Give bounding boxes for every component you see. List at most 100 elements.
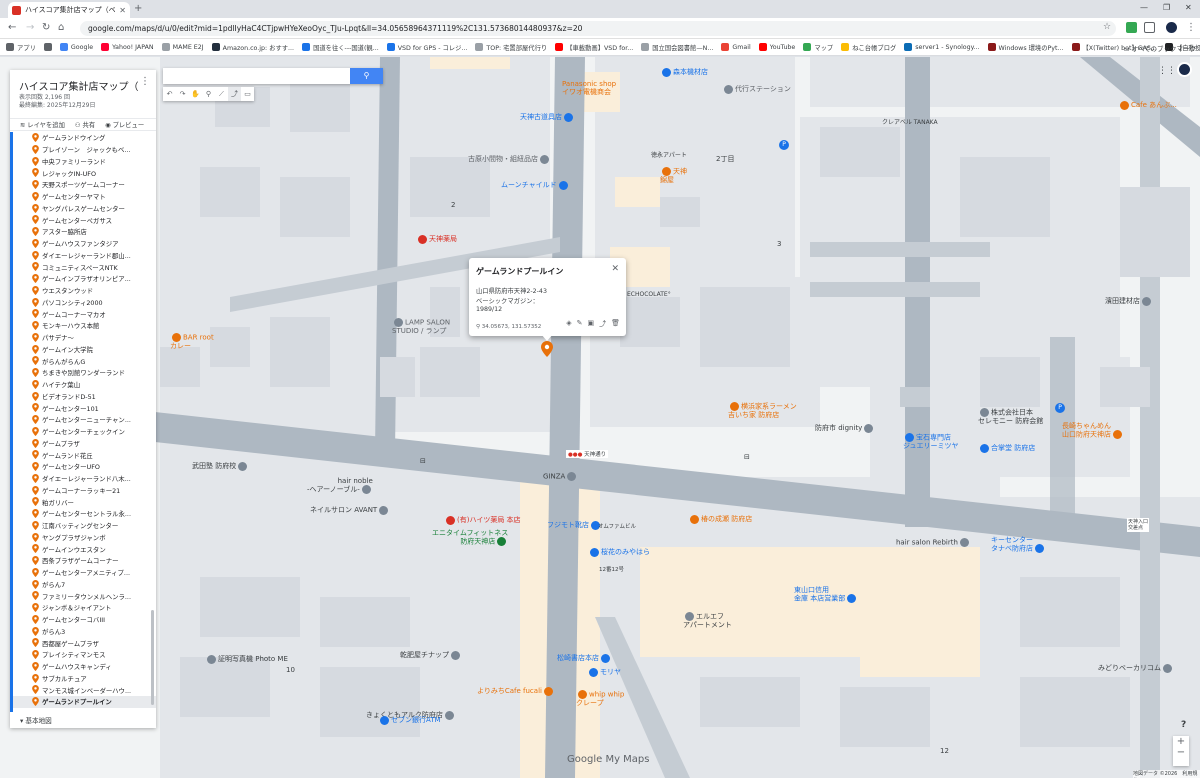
map-canvas[interactable]: Panasonic shop イワオ電機商会 森本機材店 代行ステーション 天神… (0, 57, 1200, 778)
list-item[interactable]: ゲームインプラザオリンピア... (13, 273, 156, 285)
map-label-rebirth[interactable]: hair salon Rebirth (896, 538, 971, 547)
map-label-koppu[interactable]: 天神古道具店 (520, 112, 575, 122)
list-item[interactable]: ちまきや別館ワンダーランド (13, 367, 156, 379)
minimize-icon[interactable]: — (1140, 3, 1148, 12)
list-item[interactable]: ゲームコーナーラッキー21 (13, 485, 156, 497)
maximize-icon[interactable]: ❐ (1163, 3, 1170, 12)
map-label-daiko[interactable]: 代行ステーション (722, 84, 791, 94)
map-label-panasonic[interactable]: Panasonic shop イワオ電機商会 (562, 80, 616, 96)
list-item[interactable]: ダイエーレジャーランド八木... (13, 473, 156, 485)
help-icon[interactable]: ? (1181, 720, 1186, 730)
list-item[interactable]: ハイテク葉山 (13, 379, 156, 391)
list-item[interactable]: ゲームセンターセントラル永... (13, 508, 156, 520)
map-label-whip[interactable]: whip whip クレープ (576, 690, 624, 707)
base-map-toggle[interactable]: ▾ 基本地図 (20, 715, 52, 725)
list-item[interactable]: がらん7 (13, 579, 156, 591)
list-item[interactable]: ダイエーレジャーランド郡山... (13, 250, 156, 262)
close-window-icon[interactable]: ✕ (1185, 3, 1192, 12)
map-label-keycenter[interactable]: キーセンター タナベ防府店 (991, 536, 1046, 553)
list-item[interactable]: プレイゾーン ジャックもベ... (13, 144, 156, 156)
list-item[interactable]: ヤングパレスゲームセンター (13, 203, 156, 215)
extensions-icon[interactable] (1144, 22, 1155, 33)
bookmark-item[interactable]: ねこ台帳ブログ (841, 43, 896, 52)
map-label-anytime[interactable]: エニタイムフィットネス 防府天神店 (432, 529, 508, 546)
browser-menu-icon[interactable]: ⋮ (1186, 22, 1196, 33)
list-item[interactable]: 粕ガリバー (13, 496, 156, 508)
preview-button[interactable]: ◉ プレビュー (105, 120, 144, 129)
map-label-bar[interactable]: BAR root カレー (170, 333, 214, 350)
list-item[interactable]: 江南バッティングセンター (13, 520, 156, 532)
list-item[interactable]: ゲームコーナーマカオ (13, 308, 156, 320)
reload-icon[interactable]: ↻ (42, 22, 50, 33)
list-item[interactable]: ゲームランドウイング (13, 132, 156, 144)
search-input[interactable] (163, 68, 350, 84)
parking-icon[interactable]: P (1055, 403, 1065, 413)
list-item[interactable]: ゲームランド花丘 (13, 449, 156, 461)
list-item[interactable]: ウエスタンウッド (13, 285, 156, 297)
map-title[interactable]: ハイスコア集計店マップ（ベーシ... (19, 78, 139, 93)
directions-tool-icon[interactable]: ⤴ (228, 87, 241, 101)
map-label-haitsu[interactable]: (有)ハイツ薬局 本店 (444, 515, 521, 525)
apps-grid-icon[interactable]: ⋮⋮ (1158, 66, 1176, 76)
undo-icon[interactable]: ↶ (163, 87, 176, 101)
browser-tab[interactable]: ハイスコア集計店マップ（ベーシック... ✕ (8, 2, 130, 18)
redo-icon[interactable]: ↷ (176, 87, 189, 101)
share-button[interactable]: ⚇ 共有 (75, 120, 95, 129)
new-tab-button[interactable]: + (134, 3, 142, 14)
list-item[interactable]: サブカルチュア (13, 673, 156, 685)
list-item[interactable]: レジャックIN-UFO (13, 167, 156, 179)
ruler-icon[interactable]: ▭ (241, 87, 254, 101)
list-item[interactable]: マンモス城インベーダーハウ... (13, 684, 156, 696)
selected-place-marker-icon[interactable] (541, 341, 553, 357)
map-label-kohara[interactable]: 古原小間物・組紐品店 (468, 154, 551, 164)
list-item[interactable]: ゲームセンターチェックイン (13, 426, 156, 438)
map-label-tenjin[interactable]: 天神 錦屋 (660, 167, 687, 184)
list-item[interactable]: ゲームセンターペガサス (13, 214, 156, 226)
address-bar[interactable]: google.com/maps/d/u/0/edit?mid=1pdlIyHaC… (80, 21, 1116, 36)
bookmark-item[interactable] (43, 43, 52, 51)
map-label-yorimichi[interactable]: よりみちCafe fucali (477, 686, 555, 696)
map-label-takeda[interactable]: 武田塾 防府校 (192, 461, 249, 471)
forward-icon[interactable]: → (26, 22, 34, 33)
bookmark-item[interactable]: TOP: 宅置部屋代行り (475, 43, 547, 52)
bookmark-item[interactable]: Yahoo! JAPAN (101, 43, 154, 51)
list-item[interactable]: パソコンシティ2000 (13, 297, 156, 309)
map-label-famu[interactable]: オムファムビル (598, 522, 636, 530)
list-item[interactable]: ゲームセンターコバIII (13, 614, 156, 626)
map-label-ramen[interactable]: 横浜家系ラーメン 吉いち家 防府店 (728, 402, 797, 419)
list-item[interactable]: アスター脇所店 (13, 226, 156, 238)
add-marker-icon[interactable]: ⚲ (202, 87, 215, 101)
bookmark-item[interactable]: MAME E2J (161, 43, 204, 51)
edit-pencil-icon[interactable]: ✎ (577, 319, 583, 329)
home-icon[interactable]: ⌂ (58, 22, 64, 33)
popup-coordinates[interactable]: ⚲ 34.05673, 131.57352 (476, 324, 541, 330)
list-item[interactable]: ゲームセンターアメニティプ... (13, 567, 156, 579)
map-label-tsubaki[interactable]: 椿の成瀬 防府店 (688, 514, 752, 524)
panel-scrollbar[interactable] (151, 610, 154, 705)
map-label-midori[interactable]: みどりベーカリコム (1098, 663, 1174, 673)
list-item[interactable]: プレイシティマンモス (13, 649, 156, 661)
delete-trash-icon[interactable]: 🗑 (611, 319, 620, 329)
bookmark-item[interactable]: Amazon.co.jp: おすす... (211, 43, 294, 52)
back-icon[interactable]: ← (8, 22, 16, 33)
list-item[interactable]: ゲームセンター101 (13, 402, 156, 414)
hand-tool-icon[interactable]: ✋ (189, 87, 202, 101)
list-item[interactable]: 西都屋ゲームプラザ (13, 637, 156, 649)
list-item[interactable]: ゲームイン大学院 (13, 344, 156, 356)
bookmark-item[interactable]: Windows 環境のPyt... (987, 43, 1064, 52)
parking-icon[interactable]: P (779, 140, 789, 150)
map-label-fujimoto[interactable]: フジモト靴店 (547, 520, 602, 530)
map-label-ginza[interactable]: GINZA (543, 472, 578, 481)
style-bucket-icon[interactable]: ◈ (566, 319, 571, 329)
search-button[interactable]: ⚲ (350, 68, 383, 84)
bookmark-item[interactable]: YouTube (758, 43, 795, 51)
directions-icon[interactable]: ⤴ (599, 319, 606, 329)
draw-line-icon[interactable]: ⟋ (215, 87, 228, 101)
list-item[interactable]: 天野スポーツゲームコーナー (13, 179, 156, 191)
zoom-out-button[interactable]: − (1173, 747, 1189, 758)
map-label-gassho[interactable]: 合掌堂 防府店 (978, 443, 1035, 453)
tab-close-icon[interactable]: ✕ (119, 6, 126, 15)
list-item[interactable]: ゲームハウスファンタジア (13, 238, 156, 250)
map-label-avant[interactable]: ネイルサロン AVANT (310, 505, 390, 515)
map-label-seven[interactable]: セブン銀行ATM (378, 715, 441, 725)
